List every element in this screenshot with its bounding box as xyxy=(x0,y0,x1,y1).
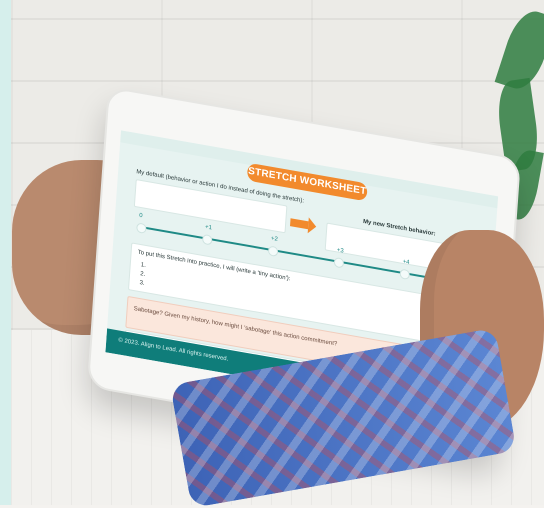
practice-item-2: 2. xyxy=(139,271,146,278)
scale-label-0: 0 xyxy=(139,212,143,220)
scale-dot-2 xyxy=(267,245,279,258)
practice-item-3: 3. xyxy=(139,280,145,287)
practice-item-1: 1. xyxy=(140,262,147,270)
left-accent-stripe xyxy=(0,0,11,505)
practice-label: To put this Stretch into practice, I wil… xyxy=(137,249,291,283)
scale-dot-3 xyxy=(333,256,345,269)
scale-dot-0 xyxy=(136,222,147,235)
scale-dot-4 xyxy=(399,268,411,281)
scale-label-2: +2 xyxy=(270,235,278,243)
scale-label-4: +4 xyxy=(402,258,410,267)
arrow-icon xyxy=(290,218,309,230)
scale-label-1: +1 xyxy=(204,224,213,232)
scale-dot-1 xyxy=(201,233,213,246)
scale-label-3: +3 xyxy=(336,247,344,255)
